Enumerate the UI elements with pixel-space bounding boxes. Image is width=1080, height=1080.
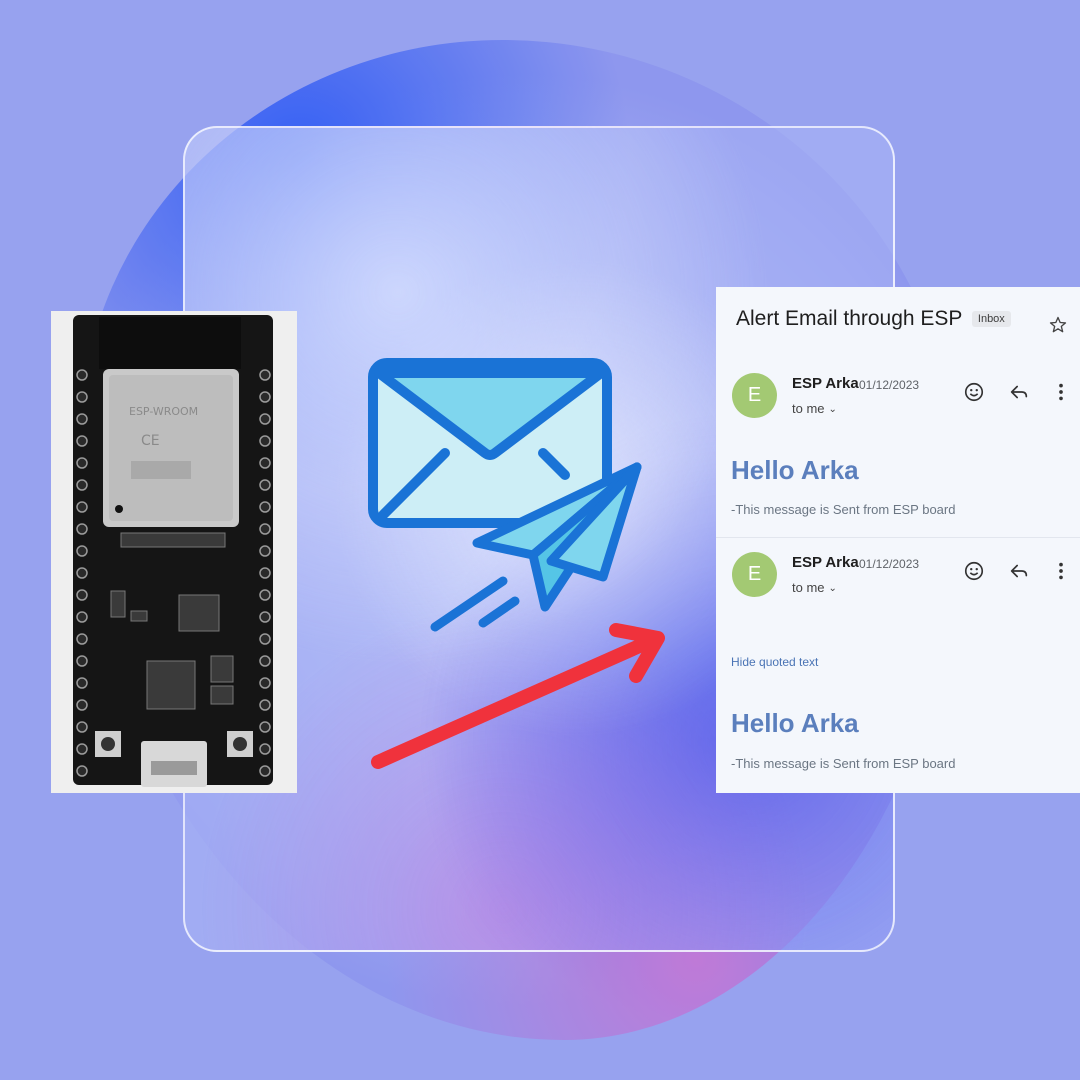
recipient-label: to me [792, 580, 825, 595]
esp32-board-photo: ESP-WROOM CE [51, 311, 297, 793]
sender-name[interactable]: ESP Arka [792, 375, 859, 392]
chevron-down-icon[interactable]: ⌄ [829, 404, 837, 415]
message-body-1: -This message is Sent from ESP board [731, 502, 956, 517]
reply-icon[interactable] [1008, 560, 1030, 582]
recipient-toggle[interactable]: to me ⌄ [792, 580, 837, 595]
email-subject: Alert Email through ESP [736, 307, 963, 330]
message-date: 01/12/2023 [859, 378, 920, 392]
more-vert-icon[interactable] [1050, 560, 1072, 582]
svg-text:CE: CE [141, 433, 160, 449]
svg-text:ESP-WROOM: ESP-WROOM [129, 405, 198, 418]
message-date: 01/12/2023 [859, 557, 920, 571]
message-body-2: -This message is Sent from ESP board [731, 756, 956, 771]
emoji-icon[interactable] [963, 560, 985, 582]
message-greeting-1: Hello Arka [731, 455, 859, 485]
message-header-2[interactable]: E ESP Arka 01/12/2023 to me ⌄ [716, 537, 1080, 597]
emoji-icon[interactable] [963, 381, 985, 403]
avatar: E [732, 552, 777, 597]
email-thread-panel: Alert Email through ESP Inbox E ESP Arka… [716, 287, 1080, 793]
email-illustration [368, 358, 642, 632]
avatar: E [732, 373, 777, 418]
recipient-toggle[interactable]: to me ⌄ [792, 401, 837, 416]
chevron-down-icon[interactable]: ⌄ [829, 583, 837, 594]
more-vert-icon[interactable] [1050, 381, 1072, 403]
message-greeting-2: Hello Arka [731, 708, 859, 738]
sender-name[interactable]: ESP Arka [792, 554, 859, 571]
inbox-label-badge[interactable]: Inbox [971, 311, 1011, 327]
subject-row: Alert Email through ESP Inbox [736, 307, 1080, 337]
star-icon[interactable] [1048, 315, 1068, 335]
hide-quoted-text-link[interactable]: Hide quoted text [731, 655, 818, 669]
reply-icon[interactable] [1008, 381, 1030, 403]
red-arrow [371, 623, 665, 769]
recipient-label: to me [792, 401, 825, 416]
